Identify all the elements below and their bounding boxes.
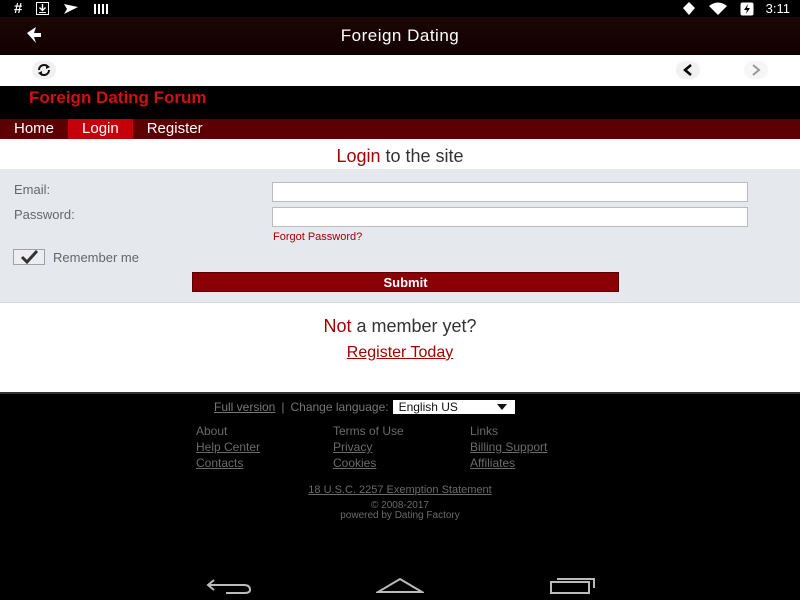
footer-col-3: Links Billing Support Affiliates (470, 424, 607, 470)
signup-prompt-accent: Not (323, 316, 352, 336)
browser-toolbar (0, 55, 800, 86)
site-nav: Home Login Register (0, 119, 800, 139)
footer-link-terms[interactable]: Terms of Use (333, 424, 470, 438)
site-header: Foreign Dating Forum (0, 86, 800, 119)
footer-link-cookies[interactable]: Cookies (333, 456, 470, 470)
login-form: Email: Password: Forgot Password? Rememb… (0, 169, 800, 303)
password-field[interactable] (272, 207, 748, 227)
signup-prompt: Not a member yet? (0, 316, 800, 337)
app-action-bar: Foreign Dating (0, 17, 800, 55)
footer-link-contacts[interactable]: Contacts (196, 456, 333, 470)
nav-item-login[interactable]: Login (68, 119, 133, 139)
footer-link-billing-support[interactable]: Billing Support (470, 440, 607, 454)
footer-link-links[interactable]: Links (470, 424, 607, 438)
location-icon (682, 2, 695, 15)
page-title: Login to the site (0, 146, 800, 167)
page-title-accent: Login (336, 146, 381, 166)
footer-link-affiliates[interactable]: Affiliates (470, 456, 607, 470)
download-icon (36, 2, 50, 15)
copyright: © 2008-2017 powered by Dating Factory (0, 501, 800, 521)
password-label: Password: (14, 207, 75, 222)
page-back-button[interactable] (676, 61, 700, 79)
register-today-label[interactable]: Register Today (347, 344, 453, 361)
back-nav-icon[interactable] (206, 576, 252, 594)
submit-button[interactable]: Submit (192, 272, 619, 292)
clock: 3:11 (765, 1, 790, 16)
page-title-rest: to the site (380, 146, 464, 166)
email-label: Email: (14, 182, 51, 197)
mail-icon (64, 3, 79, 14)
footer-col-2: Terms of Use Privacy Cookies (333, 424, 470, 470)
language-select-value: English US (398, 400, 458, 414)
language-select[interactable]: English US (392, 400, 515, 414)
status-right-icons: 3:11 (682, 0, 790, 17)
reload-icon (38, 64, 50, 76)
wifi-icon (708, 2, 727, 15)
footer-link-about[interactable]: About (196, 424, 333, 438)
reload-button[interactable] (32, 61, 56, 79)
recents-nav-icon[interactable] (548, 576, 596, 594)
remember-me[interactable]: Remember me (13, 249, 139, 265)
nav-item-home[interactable]: Home (0, 119, 68, 139)
battery-icon (740, 2, 754, 15)
chevron-left-icon (683, 64, 692, 76)
email-field[interactable] (272, 182, 748, 202)
nav-item-register[interactable]: Register (133, 119, 217, 139)
change-language-label: Change language: (290, 400, 389, 414)
login-page: Login to the site Email: Password: Forgo… (0, 139, 800, 392)
chevron-down-icon (496, 404, 507, 410)
footer-top-row: Full version | Change language: English … (214, 400, 515, 414)
app-title: Foreign Dating (340, 26, 460, 45)
footer-links: About Help Center Contacts Terms of Use … (196, 424, 607, 470)
barcode-icon (94, 3, 109, 14)
footer-separator: | (281, 400, 285, 414)
exemption-statement-link[interactable]: 18 U.S.C. 2257 Exemption Statement (0, 484, 800, 496)
forgot-password-link[interactable]: Forgot Password? (273, 231, 362, 243)
signup-prompt-rest: a member yet? (351, 316, 477, 336)
powered-by-text: powered by Dating Factory (340, 510, 460, 521)
page-forward-button[interactable] (744, 61, 768, 79)
footer-col-1: About Help Center Contacts (196, 424, 333, 470)
footer-link-privacy[interactable]: Privacy (333, 440, 470, 454)
footer-link-help-center[interactable]: Help Center (196, 440, 333, 454)
hash-icon: # (14, 0, 23, 17)
checkmark-icon (20, 250, 39, 264)
system-nav-bar (0, 570, 800, 600)
remember-me-label: Remember me (53, 249, 139, 265)
screen: # 3:11 Foreign Dating Foreign Dating For… (0, 0, 800, 600)
status-left-icons: # (14, 0, 109, 17)
remember-me-checkbox[interactable] (13, 249, 45, 265)
home-nav-icon[interactable] (376, 576, 424, 594)
full-version-link[interactable]: Full version (214, 400, 275, 414)
register-today-link[interactable]: Register Today (0, 344, 800, 362)
status-bar: # 3:11 (0, 0, 800, 17)
chevron-right-icon (752, 64, 761, 76)
site-footer: Full version | Change language: English … (0, 392, 800, 570)
site-logo-text[interactable]: Foreign Dating Forum (29, 88, 207, 108)
